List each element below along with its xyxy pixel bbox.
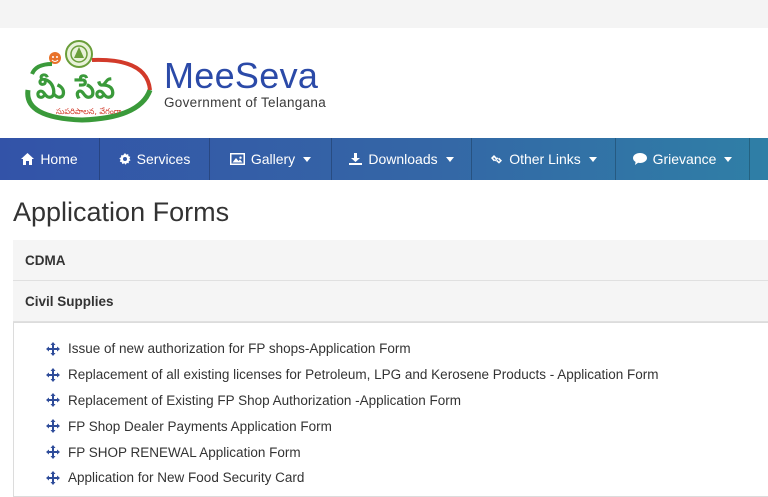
chevron-down-icon xyxy=(303,156,312,162)
nav-gallery[interactable]: Gallery xyxy=(210,138,332,180)
nav-grievance[interactable]: Grievance xyxy=(616,138,750,180)
nav-home[interactable]: Home xyxy=(0,138,100,180)
brand-name[interactable]: MeeSeva xyxy=(164,57,326,95)
move-arrows-icon xyxy=(46,393,60,408)
list-item[interactable]: Application for New Food Security Card xyxy=(46,465,659,491)
section-civil-supplies[interactable]: Civil Supplies xyxy=(13,281,768,322)
nav-other-links[interactable]: Other Links xyxy=(472,138,616,180)
list-item[interactable]: Replacement of Existing FP Shop Authoriz… xyxy=(46,388,659,414)
comment-icon xyxy=(632,153,647,165)
civil-supplies-panel: Issue of new authorization for FP shops-… xyxy=(13,322,768,497)
move-arrows-icon xyxy=(46,367,60,382)
move-arrows-icon xyxy=(46,470,60,485)
list-item[interactable]: Issue of new authorization for FP shops-… xyxy=(46,336,659,362)
image-icon xyxy=(229,153,245,165)
logo-telugu-text: మీ సేవ xyxy=(36,72,115,105)
nav-services[interactable]: Services xyxy=(100,138,210,180)
list-item[interactable]: FP Shop Dealer Payments Application Form xyxy=(46,413,659,439)
form-link[interactable]: FP SHOP RENEWAL Application Form xyxy=(68,445,301,460)
main-navbar: Home Services Gallery Downloads Other Li… xyxy=(0,138,768,180)
form-link[interactable]: Replacement of Existing FP Shop Authoriz… xyxy=(68,393,461,408)
nav-services-label: Services xyxy=(136,151,191,167)
list-item[interactable]: FP SHOP RENEWAL Application Form xyxy=(46,439,659,465)
move-arrows-icon xyxy=(46,341,60,356)
gear-icon xyxy=(118,153,131,165)
chevron-down-icon xyxy=(445,156,454,162)
section-civil-supplies-label: Civil Supplies xyxy=(25,293,114,309)
section-cdma[interactable]: CDMA xyxy=(13,240,768,281)
form-link[interactable]: FP Shop Dealer Payments Application Form xyxy=(68,419,332,434)
nav-home-label: Home xyxy=(40,151,78,167)
nav-grievance-label: Grievance xyxy=(652,151,717,167)
form-link[interactable]: Application for New Food Security Card xyxy=(68,470,304,485)
brand-block: MeeSeva Government of Telangana xyxy=(164,57,327,111)
nav-other-links-label: Other Links xyxy=(509,151,581,167)
chevron-down-icon xyxy=(588,156,597,162)
move-arrows-icon xyxy=(46,445,60,460)
brand-subtitle: Government of Telangana xyxy=(164,95,327,110)
forms-list: Issue of new authorization for FP shops-… xyxy=(46,336,659,491)
meeseva-logo[interactable]: మీ సేవ సుపరిపాలన, వేగంగా xyxy=(22,38,154,126)
top-strip xyxy=(0,0,768,28)
nav-downloads-label: Downloads xyxy=(368,151,438,167)
move-arrows-icon xyxy=(46,419,60,434)
home-icon xyxy=(21,153,35,165)
nav-gallery-label: Gallery xyxy=(250,151,296,167)
form-link[interactable]: Replacement of all existing licenses for… xyxy=(68,367,659,382)
nav-downloads[interactable]: Downloads xyxy=(332,138,472,180)
form-link[interactable]: Issue of new authorization for FP shops-… xyxy=(68,341,411,356)
download-icon xyxy=(349,153,363,165)
section-cdma-label: CDMA xyxy=(25,252,66,268)
chevron-down-icon xyxy=(724,156,733,162)
logo-tagline: సుపరిపాలన, వేగంగా xyxy=(56,107,122,116)
list-item[interactable]: Replacement of all existing licenses for… xyxy=(46,362,659,388)
page-title: Application Forms xyxy=(13,197,230,227)
link-icon xyxy=(491,154,503,164)
